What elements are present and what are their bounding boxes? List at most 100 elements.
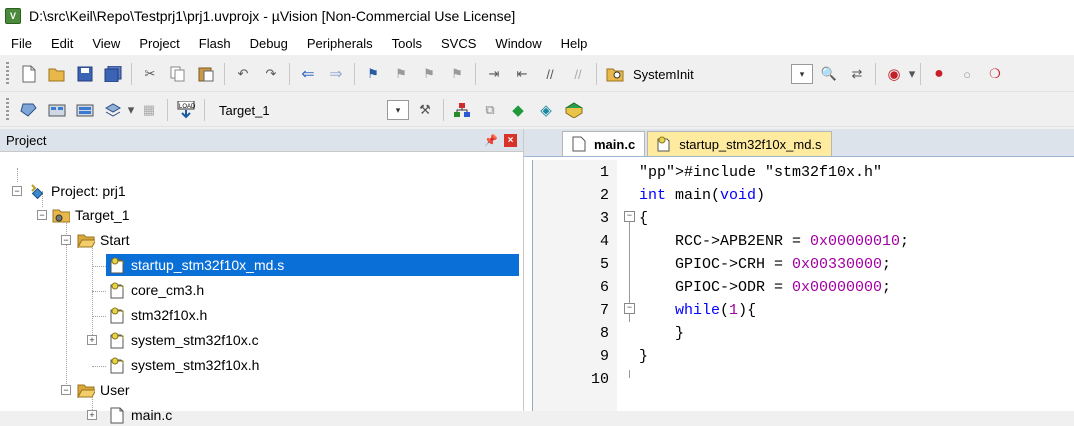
clear-bookmarks-icon[interactable]: ⚑: [447, 64, 467, 84]
save-all-icon[interactable]: [103, 64, 123, 84]
tab-startup[interactable]: startup_stm32f10x_md.s: [647, 131, 832, 156]
menu-project[interactable]: Project: [128, 36, 187, 51]
line-number: 7: [599, 302, 609, 319]
menu-flash[interactable]: Flash: [188, 36, 239, 51]
rebuild-icon[interactable]: [75, 100, 95, 120]
manage-project-items-icon[interactable]: [452, 100, 472, 120]
paste-icon[interactable]: [196, 64, 216, 84]
menu-peripherals[interactable]: Peripherals: [296, 36, 381, 51]
line-number: 8: [599, 325, 609, 342]
incremental-find-icon[interactable]: ⇄: [847, 64, 867, 84]
toolbar-separator: [443, 99, 444, 121]
code-text: GPIOC->CRH = 0x00330000;: [639, 256, 892, 273]
menu-bar: File Edit View Project Flash Debug Perip…: [0, 31, 1074, 55]
target-select[interactable]: Target_1 ▾: [215, 99, 411, 121]
stop-build-icon[interactable]: ▦: [139, 100, 159, 120]
source-file-icon: [108, 332, 126, 349]
tree-node-group-user[interactable]: User: [77, 379, 130, 401]
tree-node-file-system-h[interactable]: system_stm32f10x.h: [106, 354, 259, 376]
menu-debug[interactable]: Debug: [239, 36, 296, 51]
toolbar-grip[interactable]: [6, 98, 9, 122]
fold-toggle-main[interactable]: −: [624, 211, 635, 222]
file-toolbar: ✂ ↶ ↷ ⇐ ⇒ ⚑ ⚑ ⚑ ⚑ ⇥ ⇤ // // SystemInit ▾…: [0, 57, 1074, 92]
pack-installer-icon[interactable]: [564, 100, 584, 120]
menu-window[interactable]: Window: [484, 36, 549, 51]
select-software-packs-icon[interactable]: ◈: [536, 100, 556, 120]
navigate-back-icon[interactable]: ⇐: [298, 64, 318, 84]
collapse-project-toggle[interactable]: −: [12, 186, 22, 196]
uncomment-icon[interactable]: //: [568, 64, 588, 84]
line-number: 5: [599, 256, 609, 273]
header-file-icon: [108, 307, 126, 324]
menu-edit[interactable]: Edit: [40, 36, 81, 51]
disable-all-breakpoints-icon[interactable]: ❍: [985, 64, 1005, 84]
collapse-target-toggle[interactable]: −: [37, 210, 47, 220]
tree-node-file-main-c[interactable]: main.c: [106, 404, 172, 426]
navigate-forward-icon[interactable]: ⇒: [326, 64, 346, 84]
target-dropdown-button[interactable]: ▾: [387, 100, 409, 120]
fold-guide: [629, 370, 630, 378]
tree-node-file-core-cm3[interactable]: core_cm3.h: [106, 279, 204, 301]
target-folder-icon: [52, 207, 70, 223]
menu-svcs[interactable]: SVCS: [430, 36, 484, 51]
pin-icon[interactable]: 📌: [484, 134, 498, 147]
fold-toggle-while[interactable]: −: [624, 303, 635, 314]
tree-node-group-start[interactable]: Start: [77, 229, 130, 251]
project-window-header: Project 📌 ×: [0, 129, 523, 152]
line-number: 1: [599, 164, 609, 181]
project-icon: [28, 183, 46, 199]
editor-window: main.c startup_stm32f10x_md.s − − 1 "pp">…: [524, 129, 1074, 411]
menu-file[interactable]: File: [0, 36, 40, 51]
indent-icon[interactable]: ⇥: [484, 64, 504, 84]
project-tree: − Project: prj1 − Target_1 − Start start…: [0, 152, 520, 424]
find-icon[interactable]: 🔍: [819, 64, 839, 84]
batch-build-icon[interactable]: [103, 100, 123, 120]
toolbar-grip[interactable]: [6, 62, 9, 86]
expand-file-main-c-toggle[interactable]: +: [87, 410, 97, 420]
file-extensions-icon[interactable]: ⧉: [480, 100, 500, 120]
menu-view[interactable]: View: [81, 36, 128, 51]
translate-icon[interactable]: [19, 100, 39, 120]
collapse-group-start-toggle[interactable]: −: [61, 235, 71, 245]
chevron-down-icon[interactable]: ▾: [908, 64, 916, 84]
next-bookmark-icon[interactable]: ⚑: [419, 64, 439, 84]
enable-breakpoint-icon[interactable]: ○: [957, 64, 977, 84]
tree-node-file-system-c[interactable]: system_stm32f10x.c: [106, 329, 259, 351]
debug-session-icon[interactable]: ◉: [884, 64, 904, 84]
copy-icon[interactable]: [168, 64, 188, 84]
open-file-icon[interactable]: [47, 64, 67, 84]
find-in-files-icon[interactable]: [605, 64, 625, 84]
build-icon[interactable]: [47, 100, 67, 120]
save-icon[interactable]: [75, 64, 95, 84]
download-icon[interactable]: LOAD: [176, 100, 196, 120]
tree-node-file-startup[interactable]: startup_stm32f10x_md.s: [106, 254, 519, 276]
tree-node-file-stm32f10x-h[interactable]: stm32f10x.h: [106, 304, 207, 326]
source-file-icon: [108, 257, 126, 274]
tab-main-c[interactable]: main.c: [562, 131, 646, 156]
tree-node-target[interactable]: Target_1: [52, 204, 129, 226]
close-icon[interactable]: ×: [504, 133, 517, 147]
new-file-icon[interactable]: [19, 64, 39, 84]
cut-icon[interactable]: ✂: [140, 64, 160, 84]
menu-help[interactable]: Help: [550, 36, 596, 51]
code-text: }: [639, 325, 685, 342]
find-dropdown-button[interactable]: ▾: [791, 64, 813, 84]
manage-run-time-environment-icon[interactable]: ◆: [508, 100, 528, 120]
previous-bookmark-icon[interactable]: ⚑: [391, 64, 411, 84]
file-icon: [572, 136, 586, 152]
expand-file-system-c-toggle[interactable]: +: [87, 335, 97, 345]
insert-bookmark-icon[interactable]: ⚑: [363, 64, 383, 84]
menu-tools[interactable]: Tools: [381, 36, 430, 51]
undo-icon[interactable]: ↶: [233, 64, 253, 84]
tree-node-project[interactable]: Project: prj1: [28, 180, 126, 202]
collapse-group-user-toggle[interactable]: −: [61, 385, 71, 395]
redo-icon[interactable]: ↷: [261, 64, 281, 84]
unindent-icon[interactable]: ⇤: [512, 64, 532, 84]
find-function-field[interactable]: SystemInit: [633, 67, 783, 82]
source-file-icon: [657, 136, 671, 152]
target-options-icon[interactable]: ⚒: [415, 100, 435, 120]
insert-breakpoint-icon[interactable]: ●: [929, 64, 949, 84]
comment-icon[interactable]: //: [540, 64, 560, 84]
chevron-down-icon[interactable]: ▾: [127, 100, 135, 120]
code-editor[interactable]: − − 1 "pp">#include "stm32f10x.h" 2 int ma…: [532, 160, 1074, 411]
